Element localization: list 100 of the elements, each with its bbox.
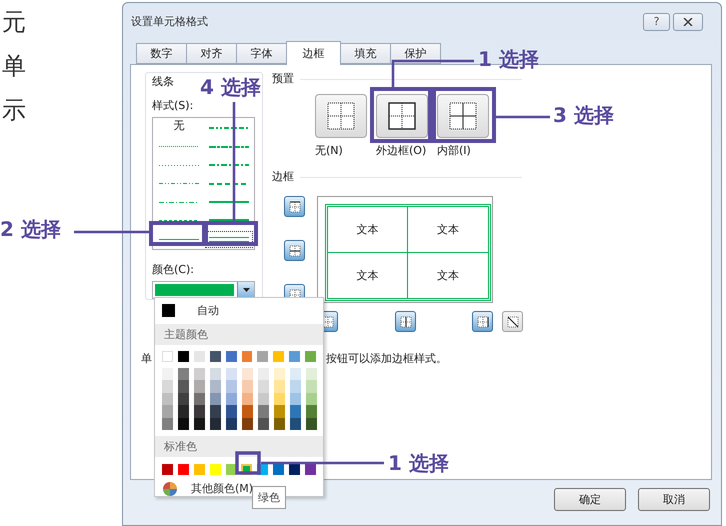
color-swatch[interactable] [210,418,221,430]
preset-button[interactable] [315,94,367,138]
preset-button[interactable] [437,94,489,138]
preset-grid-icon [388,102,416,130]
color-swatch[interactable] [274,418,285,430]
help-button[interactable]: ? [643,12,670,30]
color-swatch[interactable] [289,350,300,362]
color-dropdown[interactable] [152,281,255,299]
color-swatch[interactable] [210,405,221,418]
color-swatch[interactable] [194,392,205,406]
callout-label: 1 选择 [478,46,539,73]
color-swatch[interactable] [306,392,317,406]
dialog-button[interactable]: 取消 [638,488,710,511]
line-sample [159,183,199,184]
border-preview[interactable]: 文本 文本 文本 文本 [317,196,493,303]
color-swatch[interactable] [178,418,189,430]
color-swatch[interactable] [257,350,268,362]
color-swatch[interactable] [162,405,173,418]
dropdown-button[interactable] [237,282,254,298]
color-swatch[interactable] [242,418,253,430]
color-swatch[interactable] [162,368,173,380]
color-swatch[interactable] [274,405,285,418]
line-sample [209,219,249,222]
color-swatch[interactable] [210,380,221,393]
auto-color-swatch [162,304,175,318]
color-swatch[interactable] [290,405,301,418]
color-swatch[interactable] [210,392,221,406]
color-swatch[interactable] [210,350,221,362]
color-swatch[interactable] [162,464,173,475]
color-swatch[interactable] [290,368,301,380]
border-toggle-button[interactable] [284,240,305,261]
color-swatch[interactable] [258,368,269,380]
color-swatch[interactable] [178,368,189,380]
color-swatch[interactable] [258,380,269,393]
color-swatch[interactable] [290,418,301,430]
color-swatch[interactable] [226,368,237,380]
diagonal-border-icon [506,316,518,328]
tab[interactable]: 字体 [236,43,287,64]
color-swatch[interactable] [274,392,285,406]
color-swatch[interactable] [306,405,317,418]
tab[interactable]: 填充 [340,43,391,64]
close-button[interactable] [673,12,703,30]
color-swatch[interactable] [162,418,173,430]
color-swatch[interactable] [178,464,189,475]
border-toggle-button[interactable] [472,311,493,332]
line-style-option[interactable]: 无 [154,119,204,138]
color-swatch[interactable] [194,368,205,380]
color-swatch[interactable] [226,350,237,362]
tab[interactable]: 数字 [136,43,187,64]
color-swatch[interactable] [242,405,253,418]
menu-item[interactable]: 其他颜色(M) [191,481,254,496]
color-swatch[interactable] [178,405,189,418]
line-sample [159,220,199,222]
highlight-frame [204,221,258,246]
color-swatch[interactable] [258,418,269,430]
line-style-list[interactable]: 无 [152,117,255,250]
color-swatch[interactable] [178,392,189,406]
color-swatch[interactable] [226,392,237,406]
color-swatch[interactable] [226,464,236,475]
border-toggle-button[interactable] [395,311,416,332]
border-toggle-button[interactable] [502,311,523,332]
color-swatch[interactable] [274,368,285,380]
color-swatch[interactable] [242,368,253,380]
border-toggle-button[interactable] [284,196,305,217]
color-swatch[interactable] [242,350,252,362]
color-swatch[interactable] [194,418,205,430]
color-swatch[interactable] [290,380,301,393]
callout-label: 1 选择 [388,450,449,477]
color-swatch[interactable] [274,380,285,393]
color-swatch[interactable] [242,380,253,393]
color-swatch[interactable] [242,392,253,406]
color-swatch[interactable] [306,368,317,380]
color-swatch[interactable] [258,405,269,418]
color-swatch[interactable] [162,392,173,406]
color-swatch[interactable] [289,464,300,475]
color-swatch[interactable] [178,350,189,362]
color-swatch[interactable] [210,368,221,380]
preset-label: 无(N) [315,144,343,158]
tab[interactable]: 边框 [286,41,341,65]
dialog-button[interactable]: 确定 [554,488,626,511]
tab[interactable]: 对齐 [186,43,237,64]
color-swatch[interactable] [305,350,316,362]
color-swatch[interactable] [290,392,301,406]
color-swatch[interactable] [194,380,205,393]
line-style-option[interactable] [204,230,254,248]
preset-button[interactable] [376,94,428,138]
color-swatch[interactable] [194,405,205,418]
color-swatch[interactable] [258,392,269,406]
color-swatch[interactable] [273,464,284,475]
hint-text: 按钮可以添加边框样式。 [326,352,447,366]
color-swatch[interactable] [305,464,316,475]
color-swatch[interactable] [226,380,237,393]
color-swatch[interactable] [226,405,237,418]
color-swatch[interactable] [306,418,317,430]
color-swatch[interactable] [178,380,189,393]
color-swatch[interactable] [226,418,237,430]
callout-label: 3 选择 [553,102,614,129]
menu-item[interactable]: 自动 [197,303,219,318]
color-swatch[interactable] [306,380,317,393]
color-swatch[interactable] [162,380,173,393]
